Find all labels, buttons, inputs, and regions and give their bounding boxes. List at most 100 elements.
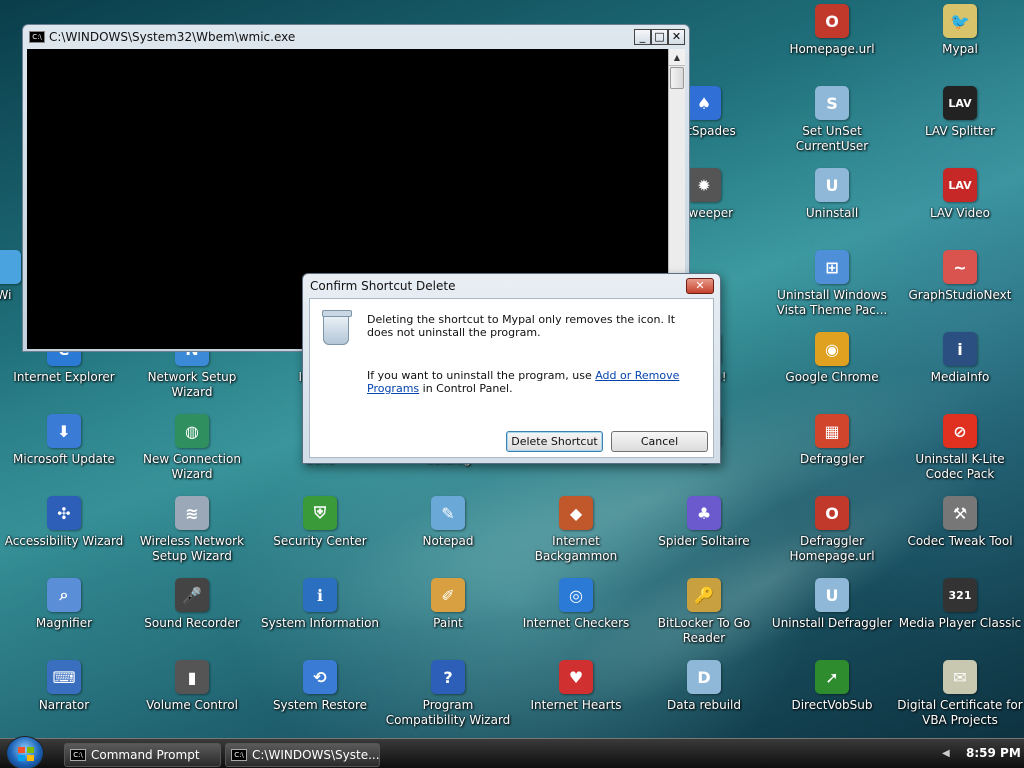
desktop-icon[interactable]: ℹ System Information <box>256 578 384 656</box>
desktop-icon[interactable]: ⊞ Uninstall Windows Vista Theme Pac... <box>768 250 896 328</box>
shortcut-icon: LAV <box>943 168 977 202</box>
shortcut-icon: ⚒ <box>943 496 977 530</box>
desktop-icon-label: Internet Explorer <box>13 370 115 384</box>
desktop-icon[interactable]: ◆ Internet Backgammon <box>512 496 640 574</box>
close-button[interactable]: ✕ <box>668 29 685 45</box>
desktop-icon-label: Digital Certificate for VBA Projects <box>897 698 1023 727</box>
desktop-icon[interactable]: LAV LAV Video <box>896 168 1024 246</box>
taskbar-item-wmic[interactable]: C:\ C:\WINDOWS\Syste... <box>225 743 380 767</box>
dialog-title: Confirm Shortcut Delete <box>310 279 456 293</box>
maximize-button[interactable]: □ <box>651 29 668 45</box>
desktop-icon-label: Internet Backgammon <box>534 534 618 563</box>
shortcut-icon: ♣ <box>687 496 721 530</box>
desktop-icon-label: Defraggler <box>799 452 865 466</box>
desktop-icon-label: Internet Checkers <box>522 616 630 630</box>
minimize-button[interactable]: _ <box>634 29 651 45</box>
desktop-icon[interactable]: ▦ Defraggler <box>768 414 896 492</box>
desktop-icon[interactable]: 🎤 Sound Recorder <box>128 578 256 656</box>
desktop-icon-label: Defraggler Homepage.url <box>789 534 875 563</box>
start-button[interactable] <box>6 736 44 768</box>
desktop-icon[interactable]: ⟲ System Restore <box>256 660 384 738</box>
shortcut-icon: LAV <box>943 86 977 120</box>
desktop-icon[interactable]: i MediaInfo <box>896 332 1024 410</box>
desktop-icon[interactable]: ⛨ Security Center <box>256 496 384 574</box>
confirm-shortcut-delete-dialog[interactable]: Confirm Shortcut Delete ✕ Deleting the s… <box>302 273 721 464</box>
desktop-icon-label: Network Setup Wizard <box>147 370 237 399</box>
desktop-icon[interactable]: ◍ New Connection Wizard <box>128 414 256 492</box>
taskbar-item-label: C:\WINDOWS\Syste... <box>252 748 380 762</box>
shortcut-icon: ▮ <box>175 660 209 694</box>
desktop-icon[interactable]: ✎ Notepad <box>384 496 512 574</box>
shortcut-icon: ⌕ <box>47 578 81 612</box>
shortcut-icon: ? <box>431 660 465 694</box>
taskbar-item-label: Command Prompt <box>91 748 200 762</box>
desktop-icon-label: Uninstall Windows Vista Theme Pac... <box>776 288 888 317</box>
shortcut-icon: ⛨ <box>303 496 337 530</box>
shortcut-icon: U <box>815 578 849 612</box>
shortcut-icon: ◆ <box>559 496 593 530</box>
desktop-icon-label: Microsoft Update <box>13 452 115 466</box>
shortcut-icon: ✉ <box>943 660 977 694</box>
desktop-icon-label: Paint <box>433 616 463 630</box>
desktop-icon-label: GraphStudioNext <box>908 288 1012 302</box>
desktop-icon[interactable]: 🐦 Mypal <box>896 4 1024 82</box>
desktop-icon[interactable]: ⌨ Narrator <box>0 660 128 738</box>
desktop-icon[interactable]: ➚ DirectVobSub <box>768 660 896 738</box>
desktop-icon[interactable]: LAV LAV Splitter <box>896 86 1024 164</box>
shortcut-icon: 🐦 <box>943 4 977 38</box>
delete-shortcut-button[interactable]: Delete Shortcut <box>506 431 603 452</box>
shortcut-icon: ✣ <box>47 496 81 530</box>
desktop-icon[interactable]: ▮ Volume Control <box>128 660 256 738</box>
desktop-icon-label: System Restore <box>272 698 368 712</box>
taskbar: C:\ Command Prompt C:\ C:\WINDOWS\Syste.… <box>0 736 1024 768</box>
desktop-icon-label: Google Chrome <box>785 370 879 384</box>
desktop-icon[interactable]: ⊘ Uninstall K-Lite Codec Pack <box>896 414 1024 492</box>
desktop-icon[interactable]: O Defraggler Homepage.url <box>768 496 896 574</box>
desktop-icon[interactable]: ✉ Digital Certificate for VBA Projects <box>896 660 1024 738</box>
desktop-icon[interactable]: U Uninstall Defraggler <box>768 578 896 656</box>
shortcut-icon: ➚ <box>815 660 849 694</box>
desktop-icon[interactable]: ✣ Accessibility Wizard <box>0 496 128 574</box>
shortcut-icon: ◍ <box>175 414 209 448</box>
taskbar-item-command-prompt[interactable]: C:\ Command Prompt <box>64 743 221 767</box>
shortcut-icon: ✐ <box>431 578 465 612</box>
desktop-icon[interactable]: 🔑 BitLocker To Go Reader <box>640 578 768 656</box>
desktop-icon-label: Wireless Network Setup Wizard <box>139 534 245 563</box>
shortcut-icon: D <box>687 660 721 694</box>
recycle-bin-icon <box>322 310 352 345</box>
desktop-icon-label: DirectVobSub <box>791 698 873 712</box>
cancel-button[interactable]: Cancel <box>611 431 708 452</box>
shortcut-icon: S <box>815 86 849 120</box>
desktop-icon[interactable]: ≋ Wireless Network Setup Wizard <box>128 496 256 574</box>
scrollbar-thumb[interactable] <box>670 67 684 89</box>
desktop-icon[interactable]: D Data rebuild <box>640 660 768 738</box>
console-titlebar[interactable]: C:\ C:\WINDOWS\System32\Wbem\wmic.exe _ … <box>23 25 689 49</box>
desktop-icon-label: LAV Video <box>929 206 991 220</box>
desktop-icon-label: Internet Hearts <box>530 698 622 712</box>
desktop-icon[interactable]: S Set UnSet CurrentUser <box>768 86 896 164</box>
desktop-icon[interactable]: 321 Media Player Classic <box>896 578 1024 656</box>
shortcut-icon: ℹ <box>303 578 337 612</box>
desktop-icon[interactable]: ⬇ Microsoft Update <box>0 414 128 492</box>
dialog-close-button[interactable]: ✕ <box>686 278 714 294</box>
desktop-icon[interactable]: ✐ Paint <box>384 578 512 656</box>
desktop-icon[interactable]: ◎ Internet Checkers <box>512 578 640 656</box>
scroll-up-icon[interactable]: ▲ <box>669 49 685 66</box>
desktop-icon[interactable]: U Uninstall <box>768 168 896 246</box>
desktop-icon[interactable]: ⚒ Codec Tweak Tool <box>896 496 1024 574</box>
shortcut-icon: ▦ <box>815 414 849 448</box>
desktop-icon[interactable]: ◉ Google Chrome <box>768 332 896 410</box>
show-hidden-icons-button[interactable]: ◀ <box>942 747 954 761</box>
desktop-icon[interactable]: ~ GraphStudioNext <box>896 250 1024 328</box>
taskbar-clock[interactable]: 8:59 PM <box>966 746 1021 760</box>
desktop-icon-label: Notepad <box>422 534 474 548</box>
desktop-icon[interactable]: ? Program Compatibility Wizard <box>384 660 512 738</box>
desktop-icon[interactable]: ♥ Internet Hearts <box>512 660 640 738</box>
desktop-icon[interactable]: ⌕ Magnifier <box>0 578 128 656</box>
shortcut-icon: ♠ <box>687 86 721 120</box>
desktop-icon-label: Codec Tweak Tool <box>907 534 1013 548</box>
console-window-title: C:\WINDOWS\System32\Wbem\wmic.exe <box>49 30 296 44</box>
desktop-icon[interactable]: ♣ Spider Solitaire <box>640 496 768 574</box>
shortcut-icon: ~ <box>943 250 977 284</box>
desktop-icon[interactable]: O Homepage.url <box>768 4 896 82</box>
